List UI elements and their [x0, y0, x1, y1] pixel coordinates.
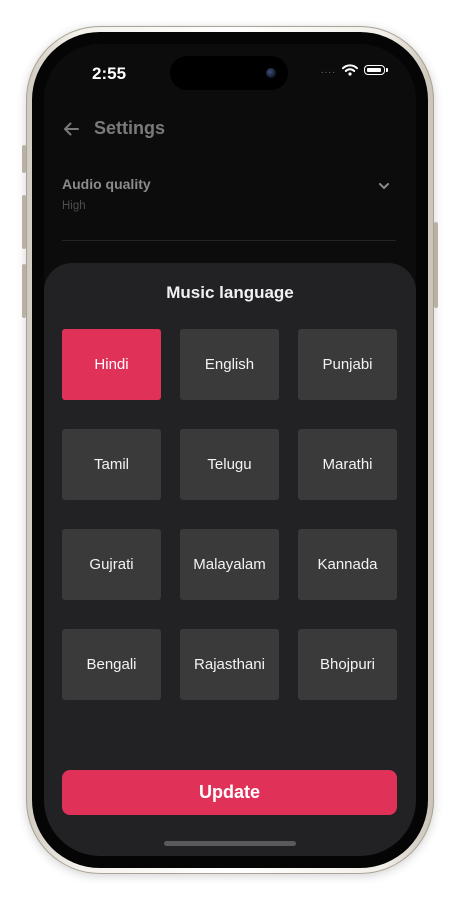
settings-header: Settings	[62, 118, 165, 139]
wifi-icon	[342, 64, 358, 76]
page-title: Settings	[94, 118, 166, 138]
power-button	[434, 222, 438, 308]
volume-up-button	[22, 195, 26, 249]
update-button[interactable]: Update	[62, 770, 397, 815]
camera-icon	[266, 68, 276, 78]
home-indicator	[164, 841, 296, 846]
signal-dots: ....	[320, 64, 336, 76]
battery-tip	[386, 68, 388, 72]
music-language-sheet: Music language Hindi English Punjabi Tam…	[44, 263, 416, 856]
volume-down-button	[22, 264, 26, 318]
arrow-left-icon[interactable]	[62, 120, 80, 138]
sheet-title: Music language	[166, 283, 294, 302]
language-option[interactable]: Gujrati	[62, 529, 161, 600]
battery-icon	[364, 65, 385, 75]
language-option[interactable]: Tamil	[62, 429, 161, 500]
language-option[interactable]: Kannada	[298, 529, 397, 600]
action-button	[22, 145, 26, 173]
language-option[interactable]: Marathi	[298, 429, 397, 500]
status-icons: ....	[321, 64, 388, 76]
chevron-down-icon[interactable]	[378, 180, 390, 192]
screen: 2:55 .... Settings Audio quality High Mu…	[44, 44, 416, 856]
language-option[interactable]: Bengali	[62, 629, 161, 700]
audio-quality-value: High	[62, 200, 86, 212]
language-option[interactable]: Malayalam	[180, 529, 279, 600]
status-time: 2:55	[92, 64, 127, 83]
audio-quality-label: Audio quality	[62, 176, 151, 192]
language-option[interactable]: Rajasthani	[180, 629, 279, 700]
language-option[interactable]: English	[180, 329, 279, 400]
language-option[interactable]: Bhojpuri	[298, 629, 397, 700]
language-option[interactable]: Hindi	[62, 329, 161, 400]
language-option[interactable]: Telugu	[180, 429, 279, 500]
divider	[62, 240, 396, 241]
audio-quality-row[interactable]: Audio quality High	[62, 176, 398, 212]
language-option[interactable]: Punjabi	[298, 329, 397, 400]
language-grid: Hindi English Punjabi Tamil Telugu Marat…	[62, 329, 397, 700]
